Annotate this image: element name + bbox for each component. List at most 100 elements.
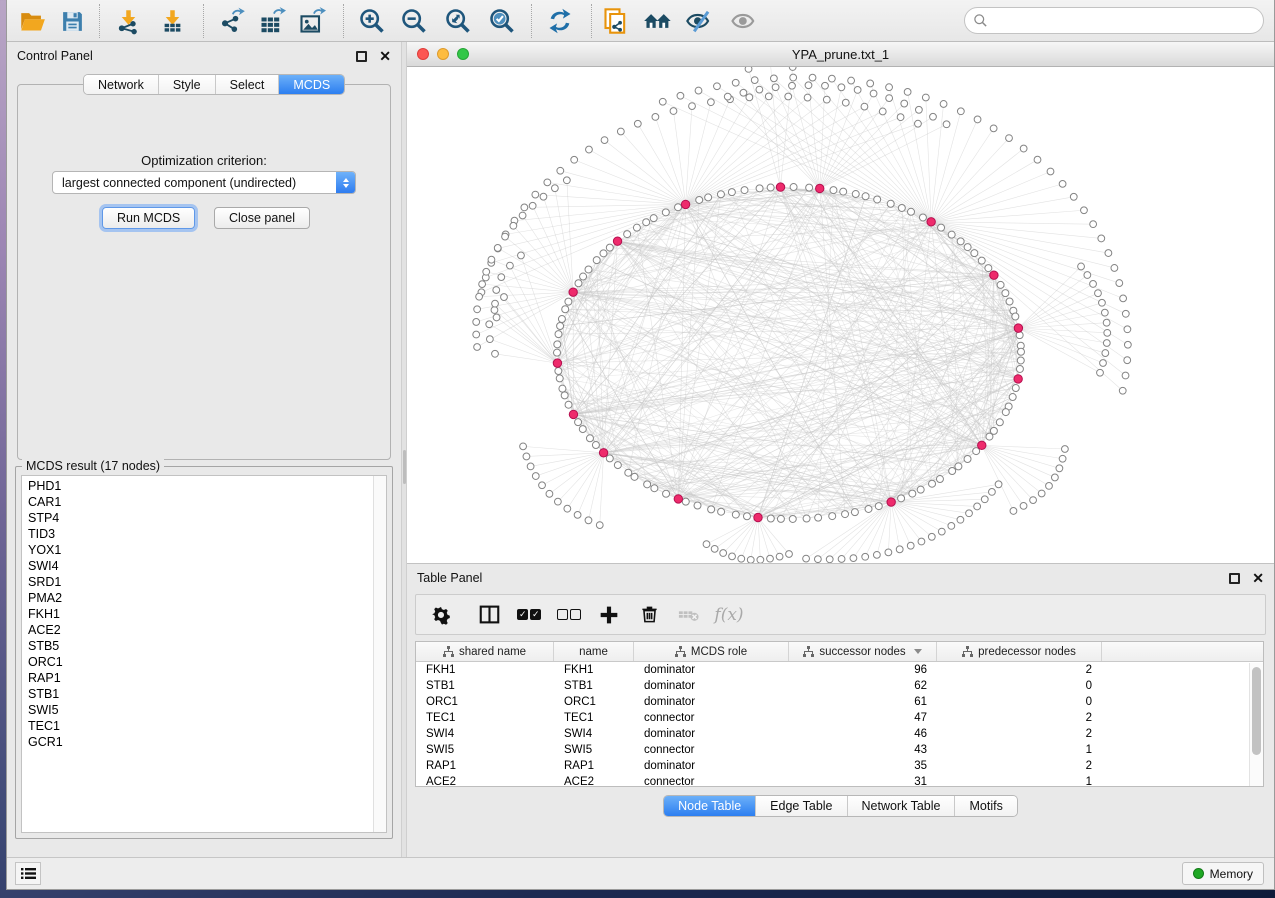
cell-predecessor_nodes: 2 (937, 664, 1102, 676)
select-all-columns-icon[interactable] (514, 600, 544, 630)
cell-shared_name: FKH1 (416, 664, 554, 676)
network-canvas[interactable] (407, 67, 1274, 563)
table-row[interactable]: TEC1TEC1connector472 (416, 710, 1263, 726)
export-network-icon[interactable] (215, 5, 249, 37)
mcds-result-item[interactable]: PHD1 (28, 478, 386, 494)
table-tab-motifs[interactable]: Motifs (955, 796, 1016, 816)
table-row[interactable]: ORC1ORC1dominator610 (416, 694, 1263, 710)
mcds-result-item[interactable]: SWI4 (28, 558, 386, 574)
zoom-out-icon[interactable] (397, 5, 431, 37)
import-table-icon[interactable] (155, 5, 189, 37)
zoom-fit-icon[interactable] (441, 5, 475, 37)
show-column-panel-icon[interactable] (474, 600, 504, 630)
close-panel-button[interactable]: Close panel (214, 207, 310, 229)
mcds-result-item[interactable]: YOX1 (28, 542, 386, 558)
table-row[interactable]: STB1STB1dominator620 (416, 678, 1263, 694)
delete-column-icon[interactable] (634, 600, 664, 630)
mcds-result-item[interactable]: FKH1 (28, 606, 386, 622)
mcds-result-item[interactable]: PMA2 (28, 590, 386, 606)
cell-mcds_role: connector (634, 776, 789, 787)
function-builder-icon-disabled: f(x) (714, 600, 744, 630)
cell-predecessor_nodes: 0 (937, 696, 1102, 708)
cytoscape-window: Control Panel ✕ NetworkStyleSelectMCDS O… (6, 0, 1275, 890)
zoom-selected-icon[interactable] (485, 5, 519, 37)
apply-layout-icon[interactable] (543, 5, 577, 37)
node-table-scrollbar-thumb[interactable] (1252, 667, 1261, 755)
mcds-result-item[interactable]: TID3 (28, 526, 386, 542)
column-header-label: MCDS role (691, 646, 747, 658)
table-tab-node-table[interactable]: Node Table (664, 796, 756, 816)
mcds-result-item[interactable]: ACE2 (28, 622, 386, 638)
open-file-icon[interactable] (15, 5, 49, 37)
unselect-all-columns-icon[interactable] (554, 600, 584, 630)
export-table-icon[interactable] (255, 5, 289, 37)
cell-shared_name: RAP1 (416, 760, 554, 772)
mcds-result-item[interactable]: SWI5 (28, 702, 386, 718)
cell-mcds_role: connector (634, 744, 789, 756)
network-graph (407, 67, 1275, 563)
show-hidden-icon[interactable] (727, 5, 761, 37)
hide-selected-icon[interactable] (683, 5, 717, 37)
control-tab-mcds[interactable]: MCDS (279, 75, 344, 94)
cell-successor_nodes: 47 (789, 712, 937, 724)
cell-name: ACE2 (554, 776, 634, 787)
mcds-result-item[interactable]: TEC1 (28, 718, 386, 734)
table-tab-network-table[interactable]: Network Table (848, 796, 956, 816)
table-row[interactable]: SWI4SWI4dominator462 (416, 726, 1263, 742)
cell-mcds_role: dominator (634, 728, 789, 740)
table-row[interactable]: ACE2ACE2connector311 (416, 774, 1263, 787)
column-header-predecessor-nodes[interactable]: predecessor nodes (937, 642, 1102, 661)
cell-name: STB1 (554, 680, 634, 692)
mcds-result-item[interactable]: GCR1 (28, 734, 386, 750)
control-tab-select[interactable]: Select (216, 75, 280, 94)
criterion-select[interactable]: largest connected component (undirected) (52, 171, 356, 194)
table-row[interactable]: SWI5SWI5connector431 (416, 742, 1263, 758)
column-header-successor-nodes[interactable]: successor nodes (789, 642, 937, 661)
column-header-shared-name[interactable]: shared name (416, 642, 554, 661)
mcds-result-item[interactable]: STP4 (28, 510, 386, 526)
table-row[interactable]: RAP1RAP1dominator352 (416, 758, 1263, 774)
cell-mcds_role: dominator (634, 664, 789, 676)
column-header-label: shared name (459, 646, 526, 658)
mcds-result-scrollbar[interactable] (373, 476, 386, 832)
mcds-result-item[interactable]: SRD1 (28, 574, 386, 590)
control-panel-float-icon[interactable] (356, 51, 367, 62)
save-session-icon[interactable] (55, 5, 89, 37)
memory-button[interactable]: Memory (1182, 862, 1264, 885)
node-table-scrollbar[interactable] (1249, 663, 1263, 786)
home-networks-icon[interactable] (641, 5, 675, 37)
control-panel-close-icon[interactable]: ✕ (379, 51, 391, 62)
control-panel: Control Panel ✕ NetworkStyleSelectMCDS O… (7, 42, 401, 857)
network-view-titlebar[interactable]: YPA_prune.txt_1 (407, 42, 1274, 67)
mcds-result-item[interactable]: STB5 (28, 638, 386, 654)
node-table-body: FKH1FKH1dominator962STB1STB1dominator620… (416, 662, 1263, 787)
task-history-button[interactable] (15, 862, 41, 885)
cell-mcds_role: dominator (634, 680, 789, 692)
import-network-icon[interactable] (111, 5, 145, 37)
cell-predecessor_nodes: 2 (937, 728, 1102, 740)
mcds-result-item[interactable]: STB1 (28, 686, 386, 702)
mcds-result-group: MCDS result (17 nodes) PHD1CAR1STP4TID3Y… (15, 466, 393, 839)
export-image-icon[interactable] (295, 5, 329, 37)
column-header-name[interactable]: name (554, 642, 634, 661)
mcds-result-item[interactable]: CAR1 (28, 494, 386, 510)
new-network-from-selection-icon[interactable] (599, 5, 633, 37)
mcds-result-item[interactable]: ORC1 (28, 654, 386, 670)
table-panel-close-icon[interactable]: ✕ (1252, 573, 1264, 584)
run-mcds-button[interactable]: Run MCDS (102, 207, 195, 229)
column-header-MCDS-role[interactable]: MCDS role (634, 642, 789, 661)
create-column-icon[interactable] (594, 600, 624, 630)
memory-button-label: Memory (1210, 867, 1253, 881)
control-tab-style[interactable]: Style (159, 75, 216, 94)
table-settings-gear-icon[interactable] (426, 600, 456, 630)
table-tab-edge-table[interactable]: Edge Table (756, 796, 847, 816)
search-input[interactable] (964, 7, 1264, 34)
mcds-result-list[interactable]: PHD1CAR1STP4TID3YOX1SWI4SRD1PMA2FKH1ACE2… (21, 475, 387, 833)
table-panel-float-icon[interactable] (1229, 573, 1240, 584)
control-tab-network[interactable]: Network (84, 75, 159, 94)
mcds-result-item[interactable]: RAP1 (28, 670, 386, 686)
table-row[interactable]: FKH1FKH1dominator962 (416, 662, 1263, 678)
sort-chevron-icon[interactable] (914, 649, 922, 654)
zoom-in-icon[interactable] (355, 5, 389, 37)
cell-successor_nodes: 61 (789, 696, 937, 708)
